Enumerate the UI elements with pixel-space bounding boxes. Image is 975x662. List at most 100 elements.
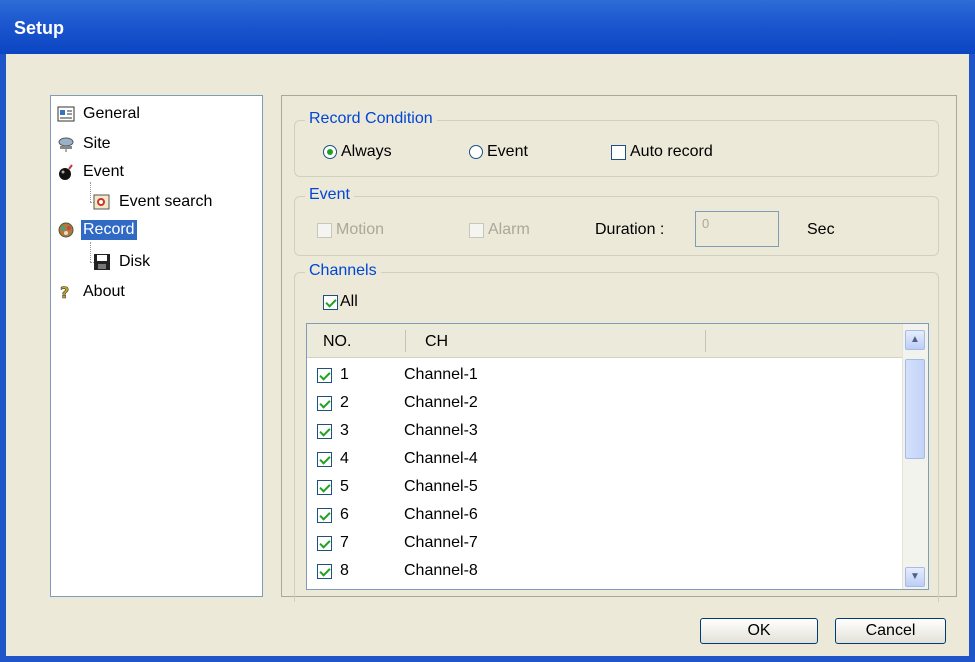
cancel-button[interactable]: Cancel: [835, 618, 946, 644]
disk-icon: [93, 253, 111, 271]
channel-checkbox[interactable]: [317, 395, 332, 411]
record-icon: [57, 221, 75, 239]
channel-name: Channel-4: [404, 450, 478, 467]
duration-label: Duration :: [595, 221, 665, 238]
scroll-up-button[interactable]: ▲: [905, 330, 925, 350]
event-group: Event Motion Alarm Duration : 0 Sec: [294, 186, 939, 256]
channel-name: Channel-7: [404, 534, 478, 551]
scroll-down-button[interactable]: ▼: [905, 567, 925, 587]
channel-number: 5: [340, 478, 349, 495]
channel-number: 6: [340, 506, 349, 523]
channel-checkbox[interactable]: [317, 535, 332, 551]
checkbox-box: [323, 294, 338, 310]
setup-window: Setup General Site Event Event search Re…: [0, 0, 975, 662]
tree-connector: [90, 182, 91, 202]
tree-item-event[interactable]: Event: [57, 160, 126, 184]
tree-item-event-search[interactable]: Event search: [93, 190, 214, 214]
event-radio[interactable]: Event: [469, 143, 528, 161]
general-icon: [57, 105, 75, 123]
all-channels-checkbox[interactable]: All: [323, 293, 358, 311]
window-left-border: [0, 54, 6, 662]
channel-list-scrollbar[interactable]: ▲ ▼: [902, 324, 928, 589]
column-header-no[interactable]: NO.: [323, 333, 351, 351]
channel-number: 2: [340, 394, 349, 411]
motion-checkbox[interactable]: Motion: [317, 221, 384, 239]
tree-item-label: Event: [83, 163, 124, 180]
auto-record-checkbox[interactable]: Auto record: [611, 143, 713, 161]
tree-connector: [90, 242, 91, 262]
table-row[interactable]: 6 Channel-6: [317, 501, 478, 529]
table-row[interactable]: 5 Channel-5: [317, 473, 478, 501]
tree-item-general[interactable]: General: [57, 102, 142, 126]
record-condition-legend: Record Condition: [305, 110, 437, 128]
tree-item-about[interactable]: ? About: [57, 280, 127, 304]
tree-item-label: Site: [83, 135, 111, 152]
table-row[interactable]: 8 Channel-8: [317, 557, 478, 585]
column-separator: [705, 330, 706, 352]
all-channels-label: All: [340, 293, 358, 310]
channel-number: 3: [340, 422, 349, 439]
channel-number: 1: [340, 366, 349, 383]
tree-item-record[interactable]: Record: [57, 218, 137, 242]
tree-item-label: General: [83, 105, 140, 122]
channels-legend: Channels: [305, 262, 381, 280]
motion-label: Motion: [336, 221, 385, 238]
tree-item-site[interactable]: Site: [57, 132, 113, 156]
table-row[interactable]: 7 Channel-7: [317, 529, 478, 557]
tree-item-label: Record: [81, 220, 137, 240]
duration-input[interactable]: 0: [695, 211, 779, 247]
record-condition-group: Record Condition Always Event Auto recor…: [294, 110, 939, 177]
alarm-label: Alarm: [488, 221, 530, 238]
table-row[interactable]: 1 Channel-1: [317, 361, 478, 389]
table-row[interactable]: 3 Channel-3: [317, 417, 478, 445]
tree-item-label: Event search: [119, 193, 213, 210]
alarm-checkbox[interactable]: Alarm: [469, 221, 530, 239]
site-icon: [57, 135, 75, 153]
table-row[interactable]: 4 Channel-4: [317, 445, 478, 473]
channel-name: Channel-5: [404, 478, 478, 495]
channel-checkbox[interactable]: [317, 423, 332, 439]
channel-list-header: NO. CH: [307, 324, 903, 358]
event-search-icon: [93, 193, 111, 211]
channel-list[interactable]: NO. CH 1 Channel-1 2 Channel-2 3 Channel-3 …: [306, 323, 929, 590]
channel-number: 7: [340, 534, 349, 551]
channel-name: Channel-3: [404, 422, 478, 439]
tree-item-label: About: [83, 283, 125, 300]
tree-item-disk[interactable]: Disk: [93, 250, 152, 274]
auto-record-label: Auto record: [630, 143, 713, 160]
duration-value: 0: [702, 216, 710, 231]
event-label: Event: [487, 143, 528, 160]
duration-unit-label: Sec: [807, 221, 835, 238]
checkbox-box: [317, 222, 332, 238]
always-radio[interactable]: Always: [323, 143, 392, 161]
channel-number: 4: [340, 450, 349, 467]
channel-number: 8: [340, 562, 349, 579]
channel-checkbox[interactable]: [317, 563, 332, 579]
setup-tree[interactable]: General Site Event Event search Record D…: [50, 95, 263, 597]
event-icon: [57, 163, 75, 181]
checkbox-box: [611, 144, 626, 160]
channel-name: Channel-6: [404, 506, 478, 523]
svg-text:?: ?: [60, 283, 69, 301]
radio-indicator: [469, 145, 483, 159]
window-bottom-border: [0, 656, 975, 662]
table-row[interactable]: 2 Channel-2: [317, 389, 478, 417]
table-row-partial: [317, 585, 340, 589]
about-icon: ?: [57, 283, 75, 303]
column-header-ch[interactable]: CH: [425, 333, 448, 351]
channel-checkbox[interactable]: [317, 507, 332, 523]
channel-checkbox[interactable]: [317, 479, 332, 495]
channel-checkbox[interactable]: [317, 367, 332, 383]
tree-item-label: Disk: [119, 253, 151, 270]
always-label: Always: [341, 143, 392, 160]
scroll-thumb[interactable]: [905, 359, 925, 459]
title-bar[interactable]: Setup: [0, 0, 975, 54]
event-legend: Event: [305, 186, 354, 204]
window-right-border: [969, 54, 975, 662]
channel-name: Channel-2: [404, 394, 478, 411]
column-separator: [405, 330, 406, 352]
ok-button[interactable]: OK: [700, 618, 818, 644]
channel-name: Channel-1: [404, 366, 478, 383]
radio-selected-indicator: [323, 145, 337, 159]
channel-checkbox[interactable]: [317, 451, 332, 467]
